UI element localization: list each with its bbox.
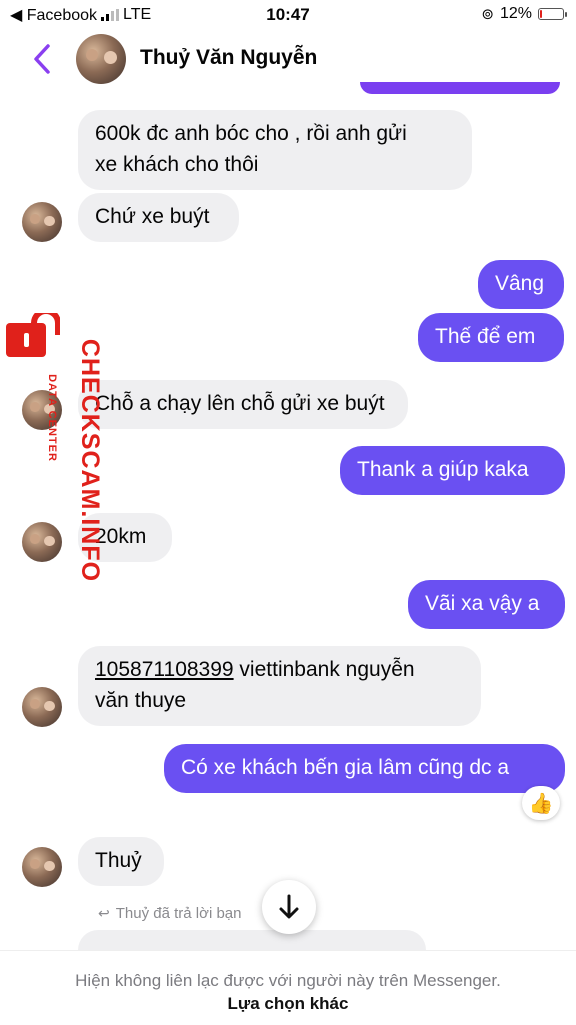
thumbs-up-reaction-icon[interactable]: 👍 xyxy=(522,786,560,820)
footer-notice: Hiện không liên lạc được với người này t… xyxy=(0,950,576,1025)
message-text: Chứ xe buýt xyxy=(95,205,210,228)
message-bubble-outgoing[interactable]: Thế để em xyxy=(418,313,564,362)
watermark-lock-icon xyxy=(6,313,60,357)
account-number-link[interactable]: 105871108399 xyxy=(95,658,234,681)
battery-percent: 12% xyxy=(499,5,532,22)
message-text: Thuỷ xyxy=(95,849,142,872)
arrow-down-icon xyxy=(279,894,299,919)
reaction-emoji: 👍 xyxy=(528,792,554,815)
reply-arrow-icon: ↩ xyxy=(98,905,110,921)
status-bar: ◀ Facebook LTE 10:47 ⊚ 12% xyxy=(0,0,576,30)
unavailable-notice: Hiện không liên lạc được với người này t… xyxy=(75,971,501,990)
battery-icon xyxy=(538,8,567,20)
message-text: văn thuye xyxy=(95,689,187,712)
other-options-button[interactable]: Lựa chọn khác xyxy=(0,994,576,1014)
status-right: ⊚ 12% xyxy=(481,5,567,23)
chat-header: Thuỷ Văn Nguyễn xyxy=(0,30,576,88)
orientation-lock-icon: ⊚ xyxy=(481,6,494,23)
sender-avatar[interactable] xyxy=(22,522,62,562)
message-bubble-incoming[interactable]: Chỗ a chạy lên chỗ gửi xe buýt xyxy=(78,380,408,429)
message-text: Thế để em xyxy=(435,325,536,348)
sender-avatar[interactable] xyxy=(22,687,62,727)
message-bubble-outgoing[interactable]: Thank a giúp kaka xyxy=(340,446,565,495)
message-bubble-outgoing[interactable]: Vãi xa vậy a xyxy=(408,580,565,629)
message-text: Vâng xyxy=(495,272,545,295)
message-bubble-outgoing[interactable]: Vâng xyxy=(478,260,564,309)
reply-note-text: Thuỷ đã trả lời bạn xyxy=(115,905,242,922)
sender-avatar[interactable] xyxy=(22,847,62,887)
message-bubble-incoming[interactable]: Thuỷ xyxy=(78,837,164,886)
message-text: 600k đc anh bóc cho , rồi anh gửi xyxy=(95,122,407,145)
scroll-to-bottom-button[interactable] xyxy=(262,880,316,934)
message-text: xe khách cho thôi xyxy=(95,153,259,176)
sender-avatar[interactable] xyxy=(22,202,62,242)
message-bubble-incoming[interactable]: 105871108399 viettinbank nguyễn văn thuy… xyxy=(78,646,481,726)
message-text: Có xe khách bến gia lâm cũng dc a xyxy=(181,756,510,779)
reply-note: ↩ Thuỷ đã trả lời bạn xyxy=(98,905,241,922)
message-text: Vãi xa vậy a xyxy=(425,592,540,615)
back-chevron-icon[interactable] xyxy=(28,42,56,76)
partial-message-bubble xyxy=(360,82,560,94)
message-bubble-incoming[interactable]: Chứ xe buýt xyxy=(78,193,239,242)
message-bubble-incoming[interactable]: 600k đc anh bóc cho , rồi anh gửi xe khá… xyxy=(78,110,472,190)
message-text: Thank a giúp kaka xyxy=(357,458,529,481)
message-bubble-outgoing[interactable]: Có xe khách bến gia lâm cũng dc a xyxy=(164,744,565,793)
message-text: Chỗ a chạy lên chỗ gửi xe buýt xyxy=(95,392,385,415)
contact-name[interactable]: Thuỷ Văn Nguyễn xyxy=(140,46,317,70)
battery-fill xyxy=(540,10,542,18)
contact-avatar[interactable] xyxy=(76,34,126,84)
watermark-text: CHECKSCAM.INFO xyxy=(76,338,105,583)
watermark-subtitle: DATA CENTER xyxy=(45,374,58,462)
message-text: viettinbank nguyễn xyxy=(233,658,415,681)
